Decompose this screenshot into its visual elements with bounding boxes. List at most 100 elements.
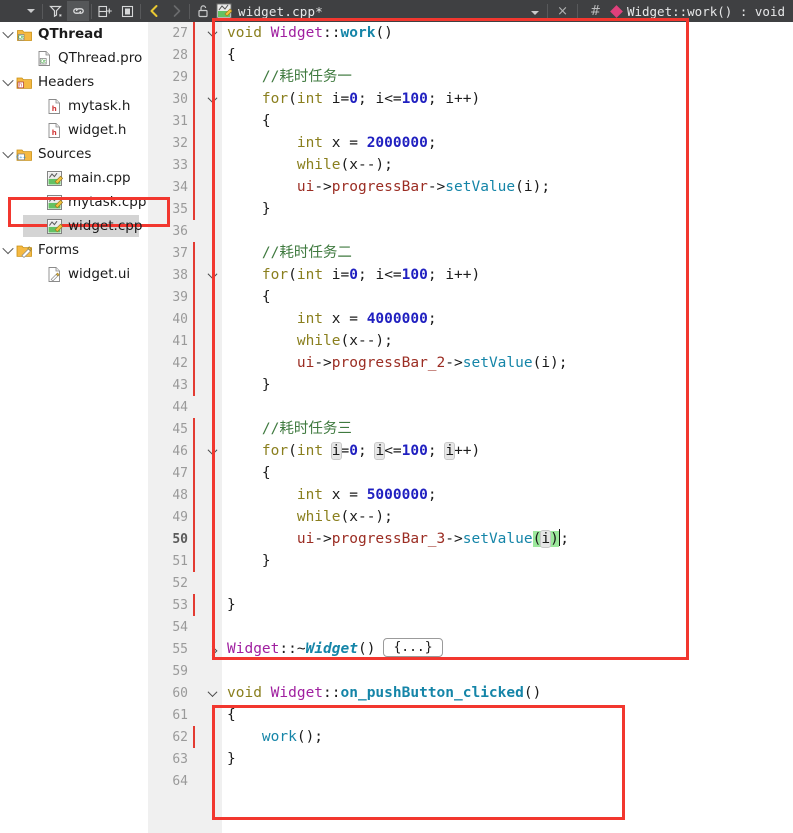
gutter-line[interactable]: 45 [148,418,222,440]
code-line[interactable]: { [222,44,793,66]
gutter-line[interactable]: 42 [148,352,222,374]
sidebar-item-qthread-pro[interactable]: Qt QThread.pro [0,46,148,70]
sidebar-item-headers[interactable]: h Headers [0,70,148,94]
code-line[interactable]: //耗时任务二 [222,242,793,264]
code-line[interactable]: { [222,704,793,726]
code-line[interactable]: ui->progressBar_3->setValue(i); [222,528,793,550]
gutter-line[interactable]: 28 [148,44,222,66]
gutter-line[interactable]: 36 [148,220,222,242]
project-combo[interactable] [0,1,40,21]
gutter-line[interactable]: 38 [148,264,222,286]
code-line[interactable]: for(int i=0; i<=100; i++) [222,264,793,286]
chevron-down-icon[interactable] [0,70,16,94]
gutter-line[interactable]: 44 [148,396,222,418]
fold-expanded-icon[interactable] [205,440,219,462]
gutter-line[interactable]: 32 [148,132,222,154]
code-line[interactable] [222,770,793,792]
close-split-icon[interactable] [116,1,138,21]
fold-expanded-icon[interactable] [205,22,219,44]
gutter-line[interactable]: 51 [148,550,222,572]
unlock-icon[interactable] [192,1,214,21]
gutter-line[interactable]: 40 [148,308,222,330]
gutter-line[interactable]: 59 [148,660,222,682]
sidebar-item-main-cpp[interactable]: main.cpp [0,166,148,190]
fold-collapsed-icon[interactable] [205,638,219,660]
sidebar-item-forms[interactable]: Forms [0,238,148,262]
back-arrow-icon[interactable] [143,1,165,21]
code-line[interactable]: } [222,550,793,572]
code-line[interactable] [222,572,793,594]
code-line[interactable]: Widget::~Widget() {...} [222,638,793,660]
gutter-line[interactable]: 48 [148,484,222,506]
editor-code-area[interactable]: void Widget::work(){ //耗时任务一 for(int i=0… [222,22,793,833]
hash-icon[interactable]: # [580,4,610,19]
chevron-down-icon[interactable] [0,238,16,262]
gutter-line[interactable]: 50 [148,528,222,550]
code-line[interactable]: work(); [222,726,793,748]
sidebar-item-mytask-h[interactable]: h mytask.h [0,94,148,118]
code-line[interactable]: //耗时任务一 [222,66,793,88]
tab-dropdown-caret[interactable] [525,4,545,19]
fold-expanded-icon[interactable] [205,264,219,286]
sidebar-item-mytask-cpp[interactable]: mytask.cpp [0,190,148,214]
filter-icon[interactable] [45,1,67,21]
code-line[interactable]: for(int i=0; i<=100; i++) [222,88,793,110]
code-line[interactable]: int x = 2000000; [222,132,793,154]
code-line[interactable]: } [222,374,793,396]
gutter-line[interactable]: 31 [148,110,222,132]
code-line[interactable]: } [222,748,793,770]
gutter-line[interactable]: 52 [148,572,222,594]
chevron-down-icon[interactable] [0,142,16,166]
code-line[interactable]: while(x--); [222,330,793,352]
fold-expanded-icon[interactable] [205,88,219,110]
gutter-line[interactable]: 27 [148,22,222,44]
gutter-line[interactable]: 64 [148,770,222,792]
code-line[interactable]: { [222,462,793,484]
code-line[interactable] [222,616,793,638]
code-line[interactable] [222,660,793,682]
split-icon[interactable] [94,1,116,21]
gutter-line[interactable]: 43 [148,374,222,396]
sidebar-item-qthread[interactable]: Qt QThread [0,22,148,46]
close-icon[interactable]: × [550,4,575,19]
gutter-line[interactable]: 61 [148,704,222,726]
code-line[interactable]: } [222,594,793,616]
open-document-tab[interactable]: widget.cpp* [216,0,323,22]
gutter-line[interactable]: 33 [148,154,222,176]
gutter-line[interactable]: 30 [148,88,222,110]
code-line[interactable]: ui->progressBar_2->setValue(i); [222,352,793,374]
code-line[interactable] [222,396,793,418]
sidebar-item-widget-h[interactable]: h widget.h [0,118,148,142]
code-line[interactable]: //耗时任务三 [222,418,793,440]
sidebar-item-widget-ui[interactable]: widget.ui [0,262,148,286]
code-line[interactable] [222,220,793,242]
code-line[interactable]: int x = 4000000; [222,308,793,330]
sidebar-item-sources[interactable]: C++ Sources [0,142,148,166]
gutter-line[interactable]: 54 [148,616,222,638]
chevron-down-icon[interactable] [0,22,16,46]
code-line[interactable]: void Widget::work() [222,22,793,44]
gutter-line[interactable]: 63 [148,748,222,770]
gutter-line[interactable]: 34 [148,176,222,198]
code-line[interactable]: void Widget::on_pushButton_clicked() [222,682,793,704]
gutter-line[interactable]: 29 [148,66,222,88]
current-symbol-label[interactable]: Widget::work() : void [627,4,793,19]
gutter-line[interactable]: 35 [148,198,222,220]
code-line[interactable]: { [222,286,793,308]
gutter-line[interactable]: 47 [148,462,222,484]
code-line[interactable]: while(x--); [222,506,793,528]
code-editor[interactable]: 27 28 29 30 31 32 33 34 35 36 37 38 39 40 41 42 43 44 45 46… [148,22,793,833]
code-line[interactable]: { [222,110,793,132]
gutter-line[interactable]: 41 [148,330,222,352]
code-line[interactable]: for(int i=0; i<=100; i++) [222,440,793,462]
gutter-line[interactable]: 55 [148,638,222,660]
gutter-line[interactable]: 62 [148,726,222,748]
gutter-line[interactable]: 39 [148,286,222,308]
editor-gutter[interactable]: 27 28 29 30 31 32 33 34 35 36 37 38 39 40 41 42 43 44 45 46… [148,22,222,833]
sidebar-item-widget-cpp[interactable]: widget.cpp [0,214,148,238]
fold-expanded-icon[interactable] [205,682,219,704]
project-tree-sidebar[interactable]: Qt QThread Qt QThread.pro h Headers h mytask.h h… [0,22,148,833]
code-line[interactable]: int x = 5000000; [222,484,793,506]
gutter-line[interactable]: 53 [148,594,222,616]
link-icon[interactable] [67,1,89,21]
